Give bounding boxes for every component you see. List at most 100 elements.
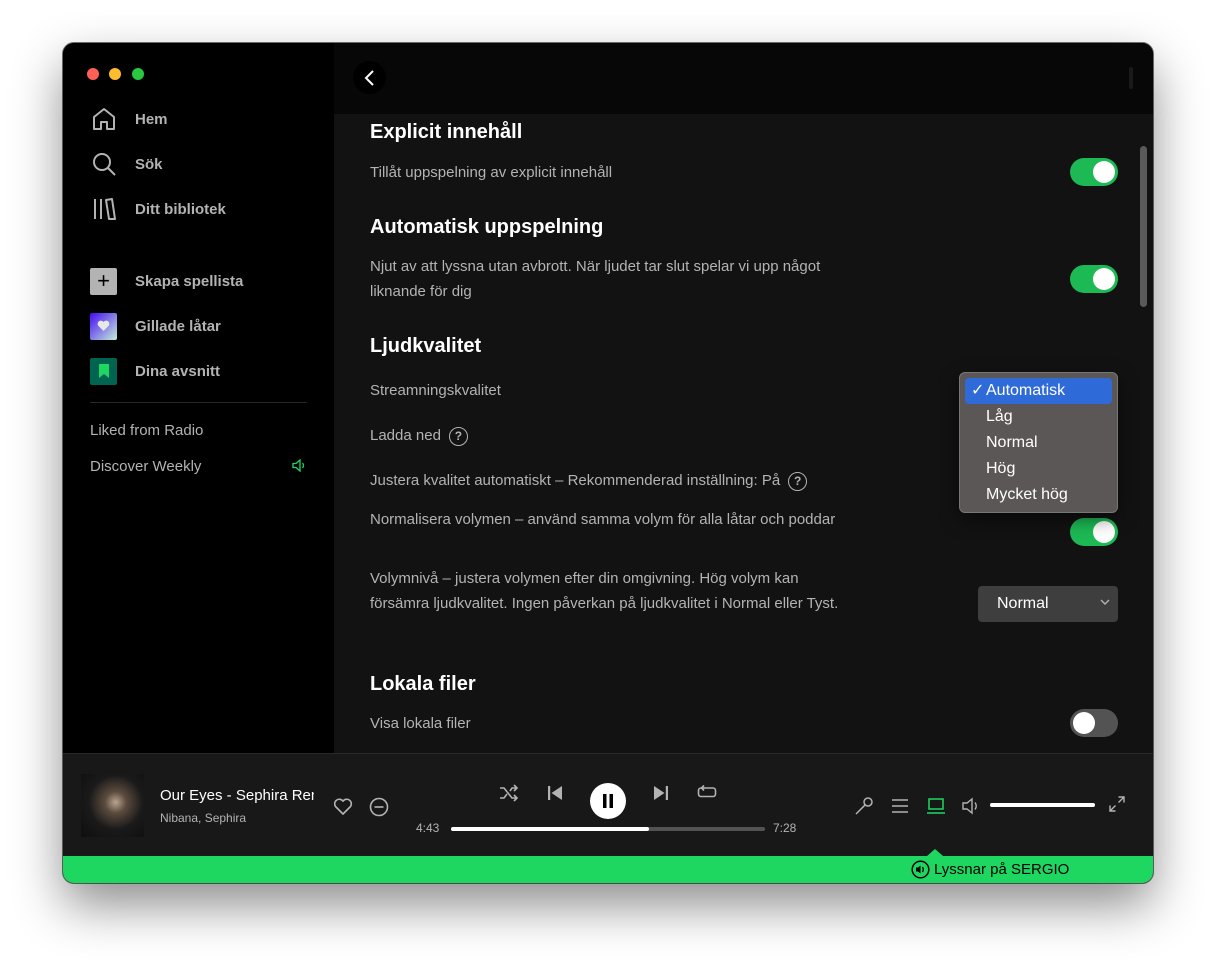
liked-songs-button[interactable]: Gillade låtar [90, 312, 221, 340]
volume-level-select[interactable]: Normal [978, 586, 1118, 622]
streaming-quality-dropdown: ✓ Automatisk Låg Normal Hög Mycket hög [959, 372, 1118, 513]
microphone-icon [855, 797, 873, 815]
banner-pointer [927, 849, 943, 856]
local-files-toggle[interactable] [1070, 709, 1118, 737]
block-icon [369, 797, 389, 817]
sidebar: Hem Sök Ditt bibliotek + Skapa spellista… [63, 43, 334, 753]
album-art[interactable] [81, 774, 144, 837]
fullscreen-button[interactable] [1106, 793, 1128, 815]
shuffle-button[interactable] [497, 781, 521, 805]
chevron-left-icon [364, 69, 374, 86]
checkmark-icon: ✓ [971, 382, 985, 399]
explicit-label: Tillåt uppspelning av explicit innehåll [370, 164, 613, 181]
create-playlist-button[interactable]: + Skapa spellista [90, 267, 243, 295]
section-heading-autoplay: Automatisk uppspelning [370, 216, 604, 238]
dropdown-option-very-high[interactable]: Mycket hög [965, 482, 1112, 508]
listening-on-label: Lyssnar på SERGIO [934, 861, 1070, 878]
chevron-down-icon [1100, 599, 1110, 605]
playlist-item[interactable]: Discover Weekly [90, 458, 201, 475]
skip-forward-icon [654, 786, 668, 800]
bookmark-icon [90, 357, 117, 385]
help-icon[interactable]: ? [448, 426, 468, 446]
toggle-knob [1093, 521, 1115, 543]
auto-adjust-label: Justera kvalitet automatiskt – Rekommend… [370, 472, 781, 489]
action-label: Skapa spellista [135, 272, 244, 290]
autoplay-toggle[interactable] [1070, 265, 1118, 293]
sidebar-divider [90, 402, 307, 403]
action-label: Gillade låtar [135, 317, 221, 335]
scrollbar-thumb[interactable] [1140, 146, 1147, 307]
nav-item-search[interactable]: Sök [89, 149, 163, 179]
download-quality-row: Ladda ned? [370, 423, 468, 448]
shuffle-icon [500, 784, 519, 802]
track-artist[interactable]: Nibana, Sephira [160, 811, 246, 825]
back-button[interactable] [353, 61, 386, 94]
nav-item-label: Ditt bibliotek [135, 200, 226, 218]
speaker-device-icon [911, 860, 930, 879]
volume-slider[interactable] [990, 803, 1095, 807]
skip-back-icon [548, 786, 562, 800]
normalize-label: Normalisera volymen – använd samma volym… [370, 511, 836, 528]
repeat-icon [697, 784, 717, 798]
track-title[interactable]: Our Eyes - Sephira Remix [160, 787, 314, 804]
mute-button[interactable] [960, 794, 984, 818]
home-icon [89, 104, 119, 134]
elapsed-time: 4:43 [416, 821, 440, 835]
previous-button[interactable] [543, 781, 567, 805]
dropdown-option-normal[interactable]: Normal [965, 430, 1112, 456]
toggle-knob [1093, 161, 1115, 183]
autoplay-label: Njut av att lyssna utan avbrott. När lju… [370, 258, 821, 300]
total-duration: 7:28 [773, 821, 797, 835]
queue-icon [892, 799, 908, 813]
nav-item-library[interactable]: Ditt bibliotek [89, 194, 226, 224]
nav-item-home[interactable]: Hem [89, 104, 168, 134]
volume-fill [990, 803, 1095, 807]
explicit-toggle[interactable] [1070, 158, 1118, 186]
like-button[interactable] [332, 796, 354, 818]
streaming-quality-label: Streamningskvalitet [370, 382, 501, 399]
topbar-scroll-edge [1129, 67, 1133, 89]
nav-item-label: Sök [135, 155, 163, 173]
help-icon[interactable]: ? [788, 471, 808, 491]
hide-song-button[interactable] [368, 796, 390, 818]
heart-icon [90, 312, 117, 340]
pause-icon [603, 794, 613, 808]
lyrics-button[interactable] [852, 794, 876, 818]
playlist-item[interactable]: Liked from Radio [90, 422, 203, 439]
pause-button[interactable] [590, 783, 626, 819]
normalize-toggle[interactable] [1070, 518, 1118, 546]
dropdown-option-automatic[interactable]: ✓ Automatisk [965, 378, 1112, 404]
download-quality-label: Ladda ned [370, 427, 441, 444]
volume-level-label: Volymnivå – justera volymen efter din om… [370, 570, 839, 612]
next-button[interactable] [649, 781, 673, 805]
plus-icon: + [90, 267, 117, 295]
volume-level-value: Normal [997, 595, 1049, 612]
progress-fill [451, 827, 649, 831]
player-bar: Our Eyes - Sephira Remix Nibana, Sephira… [63, 753, 1153, 856]
connect-device-button[interactable] [924, 794, 948, 818]
repeat-button[interactable] [695, 781, 719, 805]
library-icon [89, 194, 119, 224]
minimize-window-button[interactable] [109, 68, 121, 80]
volume-icon [962, 797, 977, 815]
your-episodes-button[interactable]: Dina avsnitt [90, 357, 220, 385]
section-heading-local-files: Lokala filer [370, 673, 476, 695]
listening-on-button[interactable]: Lyssnar på SERGIO [911, 860, 1069, 879]
top-bar [334, 43, 1153, 114]
local-files-label: Visa lokala filer [370, 715, 471, 732]
search-icon [89, 149, 119, 179]
toggle-knob [1073, 712, 1095, 734]
toggle-knob [1093, 268, 1115, 290]
heart-outline-icon [333, 798, 353, 815]
zoom-window-button[interactable] [132, 68, 144, 80]
section-heading-quality: Ljudkvalitet [370, 335, 482, 357]
section-heading-explicit: Explicit innehåll [370, 121, 523, 143]
action-label: Dina avsnitt [135, 362, 221, 380]
dropdown-option-high[interactable]: Hög [965, 456, 1112, 482]
dropdown-option-low[interactable]: Låg [965, 404, 1112, 430]
queue-button[interactable] [888, 794, 912, 818]
now-playing-speaker-icon [292, 458, 307, 477]
progress-bar[interactable] [451, 827, 765, 831]
auto-adjust-row: Justera kvalitet automatiskt – Rekommend… [370, 468, 808, 493]
close-window-button[interactable] [87, 68, 99, 80]
